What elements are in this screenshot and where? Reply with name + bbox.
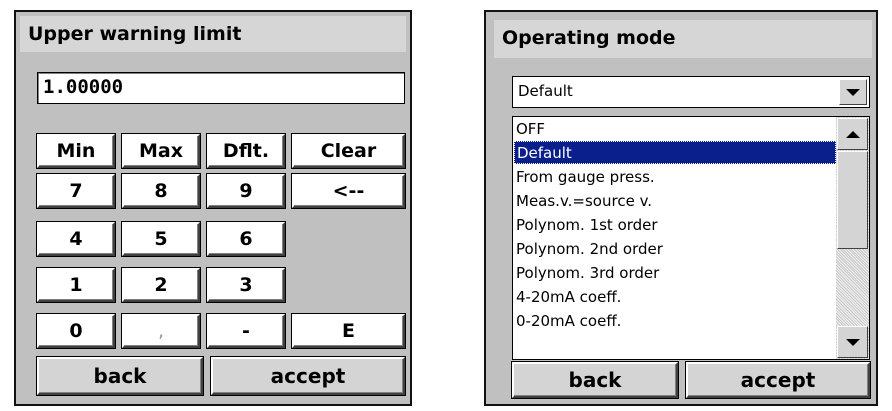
exponent-key[interactable]: E	[292, 314, 405, 348]
key-0[interactable]: 0	[37, 314, 115, 348]
list-item[interactable]: 0-20mA coeff.	[514, 310, 836, 333]
accept-button[interactable]: accept	[211, 357, 405, 395]
key-2[interactable]: 2	[122, 268, 200, 302]
dialog-title: Operating mode	[494, 20, 872, 58]
key-6[interactable]: 6	[207, 222, 285, 256]
key-7[interactable]: 7	[37, 174, 115, 208]
scrollbar-thumb[interactable]	[837, 151, 868, 249]
minus-key[interactable]: -	[207, 314, 285, 348]
list-item[interactable]: Polynom. 3rd order	[514, 262, 836, 285]
value-input[interactable]: 1.00000	[37, 72, 405, 104]
key-3[interactable]: 3	[207, 268, 285, 302]
scroll-down-button[interactable]	[837, 326, 868, 358]
operating-mode-dialog: Operating mode Default OFF Default From …	[484, 10, 878, 406]
arrow-down-icon	[845, 338, 860, 346]
default-button[interactable]: Dflt.	[207, 134, 285, 168]
comma-key-label: ,	[157, 320, 165, 342]
chevron-down-icon	[846, 88, 860, 96]
list-item-selected[interactable]: Default	[514, 141, 836, 164]
key-1[interactable]: 1	[37, 268, 115, 302]
list-item[interactable]: Polynom. 1st order	[514, 214, 836, 237]
selected-value: Default	[518, 82, 573, 100]
clear-button[interactable]: Clear	[292, 134, 405, 168]
operating-mode-select[interactable]: Default	[512, 76, 870, 108]
max-button[interactable]: Max	[122, 134, 200, 168]
list-item[interactable]: Meas.v.=source v.	[514, 190, 836, 213]
back-button[interactable]: back	[512, 362, 678, 398]
key-5[interactable]: 5	[122, 222, 200, 256]
operating-mode-list[interactable]: OFF Default From gauge press. Meas.v.=so…	[512, 116, 870, 360]
list-item[interactable]: OFF	[514, 118, 836, 141]
list-item[interactable]: 4-20mA coeff.	[514, 286, 836, 309]
arrow-up-icon	[845, 130, 860, 138]
accept-button[interactable]: accept	[686, 362, 870, 398]
key-4[interactable]: 4	[37, 222, 115, 256]
numeric-keypad-dialog: Upper warning limit 1.00000 Min Max Dflt…	[14, 10, 412, 406]
back-button[interactable]: back	[37, 357, 203, 395]
key-9[interactable]: 9	[207, 174, 285, 208]
list-item[interactable]: Polynom. 2nd order	[514, 238, 836, 261]
key-8[interactable]: 8	[122, 174, 200, 208]
min-button[interactable]: Min	[37, 134, 115, 168]
dropdown-toggle[interactable]	[839, 79, 867, 105]
backspace-button[interactable]: <--	[292, 174, 405, 208]
dialog-title: Upper warning limit	[20, 16, 406, 52]
list-item[interactable]: From gauge press.	[514, 166, 836, 189]
comma-key[interactable]: ,	[122, 314, 200, 348]
scroll-up-button[interactable]	[837, 118, 868, 150]
